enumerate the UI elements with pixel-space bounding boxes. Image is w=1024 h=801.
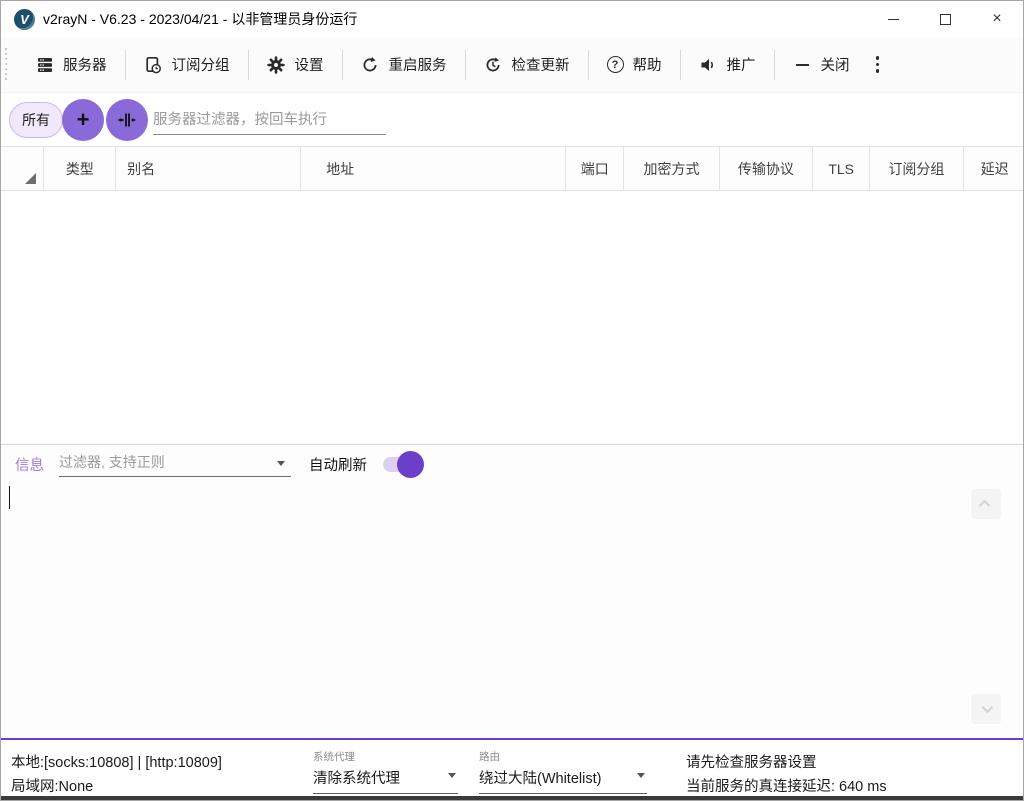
toolbar-subscription-group-label: 订阅分组 xyxy=(172,54,230,75)
maximize-button[interactable] xyxy=(919,1,971,37)
column-header-alias[interactable]: 别名 xyxy=(116,147,301,190)
column-header-type[interactable]: 类型 xyxy=(44,147,116,190)
minimize-icon xyxy=(888,19,899,20)
toolbar-separator xyxy=(125,50,126,80)
toolbar-check-update-button[interactable]: 检查更新 xyxy=(472,46,582,83)
toolbar-separator xyxy=(774,50,775,80)
title-bar: V v2rayN - V6.23 - 2023/04/21 - 以非管理员身份运… xyxy=(1,1,1023,37)
auto-refresh-toggle[interactable] xyxy=(383,457,421,472)
chevron-down-icon xyxy=(637,773,645,778)
status-bar: 本地:[socks:10808] | [http:10809] 局域网:None… xyxy=(1,738,1023,798)
column-header-encryption[interactable]: 加密方式 xyxy=(624,147,719,190)
system-proxy-label: 系统代理 xyxy=(313,749,458,764)
message-filter-input[interactable] xyxy=(59,449,264,475)
restart-icon xyxy=(361,55,380,74)
window-controls: × xyxy=(867,1,1023,37)
toolbar-separator xyxy=(342,50,343,80)
subscription-icon xyxy=(144,55,163,74)
scroll-up-button[interactable] xyxy=(971,489,1001,519)
promote-speaker-icon xyxy=(699,55,718,74)
column-resize-icon xyxy=(117,110,137,130)
system-proxy-value[interactable]: 清除系统代理 xyxy=(313,765,458,794)
maximize-icon xyxy=(940,14,951,25)
help-icon: ? xyxy=(607,56,624,73)
toolbar-help-label: 帮助 xyxy=(633,54,662,75)
routing-value[interactable]: 绕过大陆(Whitelist) xyxy=(479,765,647,794)
toolbar-settings-label: 设置 xyxy=(295,54,324,75)
select-all-triangle-icon xyxy=(25,173,36,184)
text-caret xyxy=(9,486,10,509)
toolbar-restart-service-label: 重启服务 xyxy=(389,54,447,75)
chevron-down-icon xyxy=(982,702,993,713)
main-toolbar: 服务器 订阅分组 xyxy=(1,37,1023,93)
add-group-button[interactable]: + xyxy=(62,99,104,141)
toolbar-subscription-group-button[interactable]: 订阅分组 xyxy=(132,46,242,83)
check-update-icon xyxy=(484,55,503,74)
service-status-info: 请先检查服务器设置 当前服务的真连接延迟: 640 ms xyxy=(686,751,887,799)
select-all-corner[interactable] xyxy=(1,147,44,190)
system-proxy-combo[interactable]: 系统代理 清除系统代理 xyxy=(313,749,458,794)
window-title: v2rayN - V6.23 - 2023/04/21 - 以非管理员身份运行 xyxy=(43,9,357,29)
toolbar-close-label: 关闭 xyxy=(821,54,850,75)
message-filter-combo[interactable] xyxy=(59,449,291,477)
app-logo-icon: V xyxy=(14,9,35,30)
info-label: 信息 xyxy=(15,454,44,475)
server-table-body[interactable] xyxy=(1,191,1023,444)
close-icon: × xyxy=(992,11,1001,27)
toolbar-separator xyxy=(248,50,249,80)
group-chip-all[interactable]: 所有 xyxy=(9,102,63,138)
toolbar-servers-button[interactable]: 服务器 xyxy=(23,46,119,83)
close-dash-icon xyxy=(793,55,812,74)
column-header-subscription[interactable]: 订阅分组 xyxy=(870,147,963,190)
auto-refresh-label: 自动刷新 xyxy=(309,454,367,475)
routing-combo[interactable]: 路由 绕过大陆(Whitelist) xyxy=(479,749,647,794)
toolbar-overflow-menu[interactable] xyxy=(862,50,894,79)
toolbar-separator xyxy=(465,50,466,80)
toolbar-separator xyxy=(588,50,589,80)
close-button[interactable]: × xyxy=(971,1,1023,37)
plus-icon: + xyxy=(77,107,90,133)
server-table-header: 类型 别名 地址 端口 加密方式 传输协议 TLS 订阅分组 延迟 xyxy=(1,146,1023,191)
routing-label: 路由 xyxy=(479,749,647,764)
toolbar-promote-button[interactable]: 推广 xyxy=(687,46,768,83)
toolbar-separator xyxy=(680,50,681,80)
column-header-transport[interactable]: 传输协议 xyxy=(720,147,813,190)
column-width-button[interactable] xyxy=(106,99,148,141)
message-toolbar: 信息 自动刷新 xyxy=(1,445,1023,483)
column-header-port[interactable]: 端口 xyxy=(566,147,624,190)
local-ports-text: 本地:[socks:10808] | [http:10809] xyxy=(11,751,222,775)
gear-icon xyxy=(267,55,286,74)
toolbar-help-button[interactable]: ? 帮助 xyxy=(595,46,674,83)
message-log-area[interactable] xyxy=(1,483,1023,738)
toolbar-settings-button[interactable]: 设置 xyxy=(255,46,336,83)
local-listen-info: 本地:[socks:10808] | [http:10809] 局域网:None xyxy=(11,751,222,799)
scroll-down-button[interactable] xyxy=(971,694,1001,724)
column-header-address[interactable]: 地址 xyxy=(301,147,566,190)
check-server-hint: 请先检查服务器设置 xyxy=(686,751,887,775)
group-filter-bar: 所有 + xyxy=(1,93,1023,146)
chevron-down-icon xyxy=(277,461,285,466)
minimize-button[interactable] xyxy=(867,1,919,37)
column-header-delay[interactable]: 延迟 xyxy=(964,147,1023,190)
v2rayn-window: V v2rayN - V6.23 - 2023/04/21 - 以非管理员身份运… xyxy=(0,0,1024,801)
toggle-knob xyxy=(397,451,424,478)
server-filter-input[interactable] xyxy=(153,105,386,135)
toolbar-promote-label: 推广 xyxy=(727,54,756,75)
servers-icon xyxy=(35,55,54,74)
taskbar-edge xyxy=(1,796,1023,800)
toolbar-grip-handle[interactable] xyxy=(4,48,9,82)
toolbar-check-update-label: 检查更新 xyxy=(512,54,570,75)
toolbar-close-button[interactable]: 关闭 xyxy=(781,46,862,83)
toolbar-restart-service-button[interactable]: 重启服务 xyxy=(349,46,459,83)
chevron-down-icon xyxy=(448,773,456,778)
column-header-tls[interactable]: TLS xyxy=(813,147,870,190)
toolbar-servers-label: 服务器 xyxy=(63,54,107,75)
chevron-up-icon xyxy=(979,500,990,511)
